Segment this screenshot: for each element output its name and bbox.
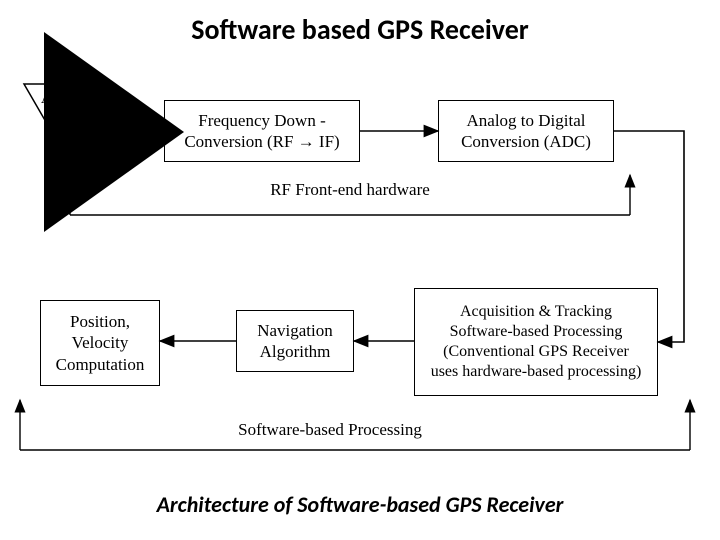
node-adc: Analog to Digital Conversion (ADC) <box>438 100 614 162</box>
acq-line2: Software-based Processing <box>431 322 642 342</box>
antenna-label-1: Antenna <box>22 90 114 108</box>
figure-caption: Architecture of Software-based GPS Recei… <box>0 491 720 518</box>
node-freq-down: Frequency Down - Conversion (RF → IF) <box>164 100 360 162</box>
nav-line2: Algorithm <box>257 341 333 362</box>
label-rf-front-end: RF Front-end hardware <box>240 180 460 200</box>
label-sw-proc: Software-based Processing <box>210 420 450 440</box>
node-nav: Navigation Algorithm <box>236 310 354 372</box>
pvc-line2: Velocity <box>56 332 145 353</box>
acq-line3: (Conventional GPS Receiver <box>431 342 642 362</box>
node-pvc: Position, Velocity Computation <box>40 300 160 386</box>
diagram-wires <box>0 0 720 540</box>
acq-line1: Acquisition & Tracking <box>431 302 642 322</box>
pvc-line1: Position, <box>56 311 145 332</box>
node-acq: Acquisition & Tracking Software-based Pr… <box>414 288 658 396</box>
pvc-line3: Computation <box>56 354 145 375</box>
page-title: Software based GPS Receiver <box>0 12 720 47</box>
node-antenna: Antenna L1 <box>22 82 114 162</box>
nav-line1: Navigation <box>257 320 333 341</box>
freq-down-line1: Frequency Down - <box>184 110 339 131</box>
adc-line2: Conversion (ADC) <box>461 131 591 152</box>
acq-line4: uses hardware-based processing) <box>431 362 642 382</box>
adc-line1: Analog to Digital <box>461 110 591 131</box>
antenna-label-2: L1 <box>22 108 114 126</box>
freq-down-line2: Conversion (RF → IF) <box>184 131 339 152</box>
